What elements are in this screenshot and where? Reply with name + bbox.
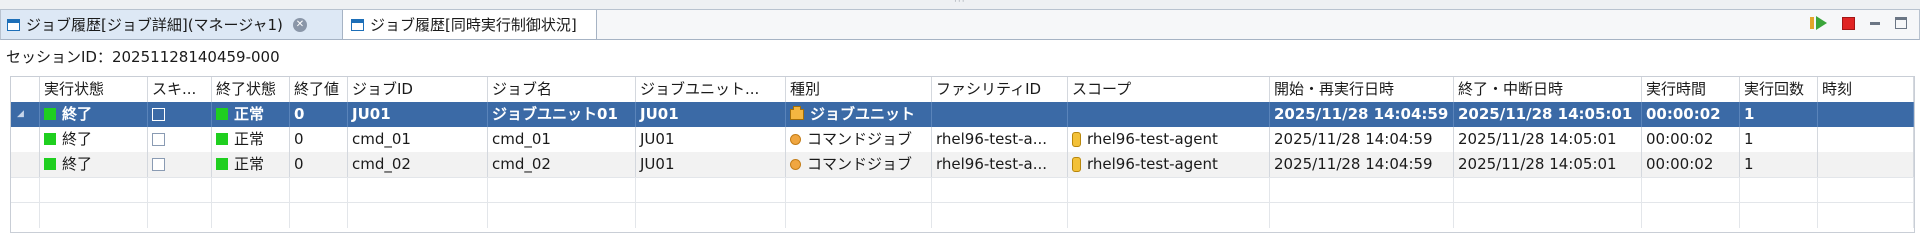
end-value: 0 <box>290 152 348 177</box>
facility-id: rhel96-test-a... <box>932 152 1068 177</box>
scope: rhel96-test-agent <box>1087 130 1218 148</box>
start-datetime: 2025/11/28 14:04:59 <box>1270 152 1454 177</box>
skip-checkbox[interactable] <box>152 108 165 121</box>
view-tab-bar: ジョブ履歴[ジョブ詳細](マネージャ1) ✕ ジョブ履歴[同時実行制御状況] <box>0 9 1920 40</box>
status-square-icon <box>44 108 56 120</box>
column-header-jobunit-id[interactable]: ジョブユニット... <box>636 77 786 102</box>
column-header-status[interactable]: 実行状態 <box>40 77 148 102</box>
job-type: コマンドジョブ <box>807 130 913 148</box>
jobunit-id: JU01 <box>636 127 786 152</box>
column-header-scope[interactable]: スコープ <box>1068 77 1270 102</box>
facility-id: rhel96-test-a... <box>932 127 1068 152</box>
job-id: JU01 <box>348 102 488 127</box>
status-square-icon <box>44 133 56 145</box>
table-row[interactable]: ◢ 終了 正常 0 JU01 ジョブユニット01 JU01 ジョブユニット 20… <box>11 102 1914 127</box>
job-name: ジョブユニット01 <box>488 102 636 127</box>
end-status-text: 正常 <box>234 130 265 148</box>
empty-row <box>11 177 1914 203</box>
duration: 00:00:02 <box>1642 127 1740 152</box>
minimize-icon[interactable] <box>1869 17 1881 29</box>
status-text: 終了 <box>62 105 93 123</box>
column-header-skip[interactable]: スキ... <box>148 77 212 102</box>
column-header-duration[interactable]: 実行時間 <box>1642 77 1740 102</box>
skip-checkbox[interactable] <box>152 158 165 171</box>
run-count: 1 <box>1740 152 1818 177</box>
end-status-square-icon <box>216 158 228 170</box>
start-datetime: 2025/11/28 14:04:59 <box>1270 102 1454 127</box>
command-job-icon <box>790 159 801 170</box>
scope <box>1068 102 1270 127</box>
column-header-end-status[interactable]: 終了状態 <box>212 77 290 102</box>
jobunit-id: JU01 <box>636 152 786 177</box>
view-toolbar <box>1810 16 1907 30</box>
duration: 00:00:02 <box>1642 102 1740 127</box>
empty-row <box>11 202 1914 228</box>
column-header-time[interactable]: 時刻 <box>1818 77 1914 102</box>
maximize-icon[interactable] <box>1895 17 1907 29</box>
column-header-start-datetime[interactable]: 開始・再実行日時 <box>1270 77 1454 102</box>
window-icon <box>351 18 364 31</box>
node-icon <box>1072 157 1081 172</box>
session-id-label: セッションID：20251128140459-000 <box>6 48 280 66</box>
jobunit-id: JU01 <box>636 102 786 127</box>
skip-checkbox[interactable] <box>152 133 165 146</box>
table-row[interactable]: 終了 正常 0 cmd_01 cmd_01 JU01 コマンドジョブ rhel9… <box>11 127 1914 152</box>
table-row[interactable]: 終了 正常 0 cmd_02 cmd_02 JU01 コマンドジョブ rhel9… <box>11 152 1914 177</box>
stop-icon[interactable] <box>1842 16 1855 30</box>
command-job-icon <box>790 134 801 145</box>
run-count: 1 <box>1740 127 1818 152</box>
column-header-type[interactable]: 種別 <box>786 77 932 102</box>
column-header-end-value[interactable]: 終了値 <box>290 77 348 102</box>
view-resize-handle[interactable]: ··· <box>0 0 1920 9</box>
status-square-icon <box>44 158 56 170</box>
job-type: ジョブユニット <box>810 105 916 123</box>
scope: rhel96-test-agent <box>1087 155 1218 173</box>
end-datetime: 2025/11/28 14:05:01 <box>1454 102 1642 127</box>
end-datetime: 2025/11/28 14:05:01 <box>1454 152 1642 177</box>
facility-id <box>932 102 1068 127</box>
tree-collapse-icon[interactable]: ◢ <box>17 102 24 127</box>
tab-label: ジョブ履歴[同時実行制御状況] <box>370 16 577 34</box>
job-name: cmd_01 <box>488 127 636 152</box>
job-name: cmd_02 <box>488 152 636 177</box>
column-header-tree[interactable] <box>11 77 40 102</box>
column-header-run-count[interactable]: 実行回数 <box>1740 77 1818 102</box>
column-header-job-name[interactable]: ジョブ名 <box>488 77 636 102</box>
grip-dots-icon: ··· <box>954 0 966 7</box>
end-status-text: 正常 <box>234 105 265 123</box>
job-id: cmd_02 <box>348 152 488 177</box>
run-count: 1 <box>1740 102 1818 127</box>
column-header-facility-id[interactable]: ファシリティID <box>932 77 1068 102</box>
end-status-square-icon <box>216 133 228 145</box>
column-header-end-datetime[interactable]: 終了・中断日時 <box>1454 77 1642 102</box>
table-header: 実行状態 スキ... 終了状態 終了値 ジョブID ジョブ名 ジョブユニット..… <box>11 77 1914 103</box>
tab-label: ジョブ履歴[ジョブ詳細](マネージャ1) <box>26 16 283 34</box>
node-icon <box>1072 132 1081 147</box>
end-status-square-icon <box>216 108 228 120</box>
run-icon[interactable] <box>1810 16 1828 30</box>
end-value: 0 <box>290 127 348 152</box>
duration: 00:00:02 <box>1642 152 1740 177</box>
job-type: コマンドジョブ <box>807 155 913 173</box>
tab-job-history-detail[interactable]: ジョブ履歴[ジョブ詳細](マネージャ1) ✕ <box>1 10 343 39</box>
close-icon[interactable]: ✕ <box>292 17 307 32</box>
jobunit-folder-icon <box>790 106 804 120</box>
job-id: cmd_01 <box>348 127 488 152</box>
status-text: 終了 <box>62 130 93 148</box>
end-value: 0 <box>290 102 348 127</box>
job-detail-table: 実行状態 スキ... 終了状態 終了値 ジョブID ジョブ名 ジョブユニット..… <box>10 76 1915 233</box>
end-status-text: 正常 <box>234 155 265 173</box>
status-text: 終了 <box>62 155 93 173</box>
end-datetime: 2025/11/28 14:05:01 <box>1454 127 1642 152</box>
tab-concurrency-status[interactable]: ジョブ履歴[同時実行制御状況] <box>343 10 597 39</box>
window-icon <box>7 18 20 31</box>
start-datetime: 2025/11/28 14:04:59 <box>1270 127 1454 152</box>
column-header-job-id[interactable]: ジョブID <box>348 77 488 102</box>
